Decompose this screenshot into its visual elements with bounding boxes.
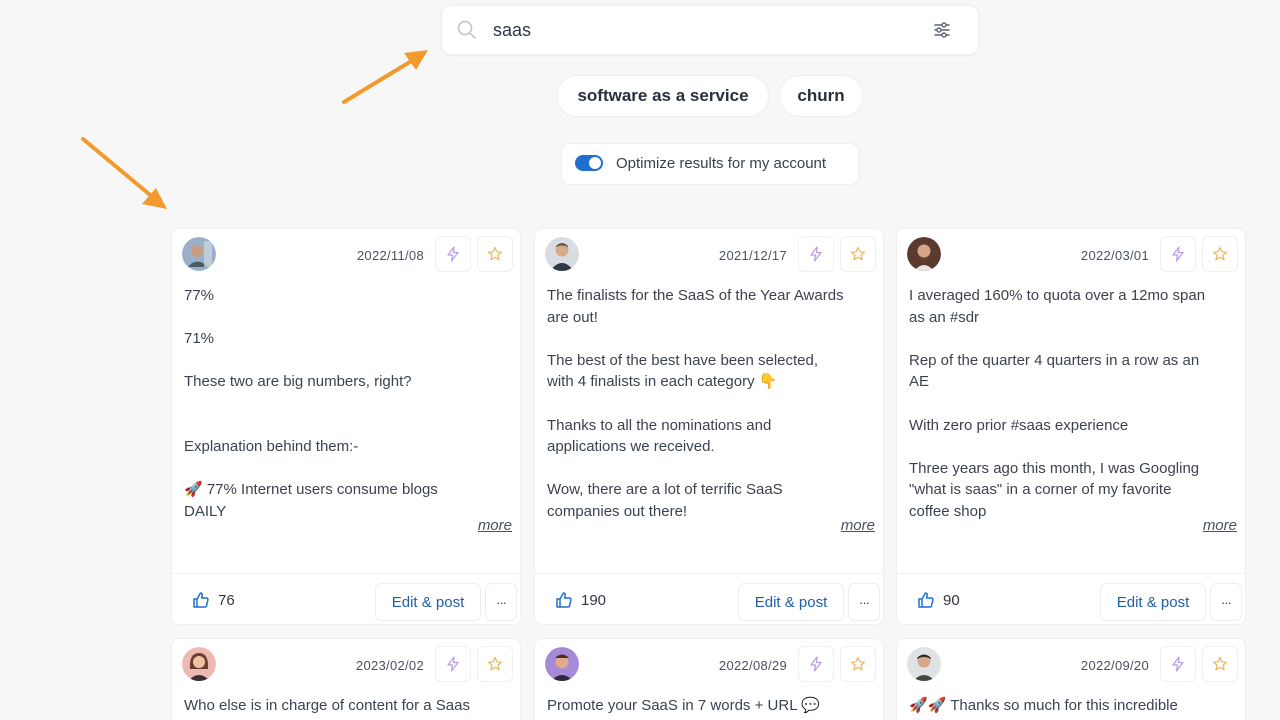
optimize-label: Optimize results for my account: [616, 155, 827, 172]
post-body: 77% 71% These two are big numbers, right…: [184, 285, 484, 537]
avatar: [545, 647, 579, 681]
thumbs-up-icon: [193, 592, 209, 608]
star-icon: [1212, 246, 1228, 261]
post-text: Who else is in charge of content for a S…: [184, 697, 470, 714]
favorite-button[interactable]: [477, 646, 513, 682]
avatar: [182, 237, 216, 271]
bolt-icon: [810, 246, 822, 262]
search-icon: [457, 20, 476, 39]
avatar: [182, 647, 216, 681]
filter-settings-icon[interactable]: [932, 20, 952, 40]
likes: 90: [917, 591, 960, 609]
post-body: Who else is in charge of content for a S…: [184, 695, 484, 720]
star-icon: [487, 246, 503, 261]
post-card: 2021/12/17 The finalists for the SaaS of…: [534, 228, 884, 625]
post-body: The finalists for the SaaS of the Year A…: [547, 285, 847, 537]
like-count: 76: [218, 591, 235, 609]
like-count: 190: [581, 591, 607, 609]
post-body: I averaged 160% to quota over a 12mo spa…: [909, 285, 1209, 537]
search-input[interactable]: saas: [493, 20, 531, 41]
post-text: 77% 71% These two are big numbers, right…: [184, 287, 438, 520]
favorite-button[interactable]: [477, 236, 513, 272]
post-card: 2023/02/02 Who else is in charge of cont…: [171, 638, 521, 720]
chip-software-as-a-service[interactable]: software as a service: [557, 75, 769, 117]
star-icon: [1212, 656, 1228, 671]
arrow-to-search: [342, 50, 428, 104]
avatar: [907, 647, 941, 681]
post-card: 2022/09/20 🚀🚀 Thanks so much for this in…: [896, 638, 1246, 720]
post-card: 2022/08/29 Promote your SaaS in 7 words …: [534, 638, 884, 720]
more-link[interactable]: more: [473, 517, 512, 534]
divider: [535, 573, 883, 574]
ai-rewrite-button[interactable]: [435, 646, 471, 682]
divider: [172, 573, 520, 574]
more-link[interactable]: more: [836, 517, 875, 534]
like-count: 90: [943, 591, 960, 609]
post-body: Promote your SaaS in 7 words + URL 💬: [547, 695, 847, 720]
bolt-icon: [1172, 656, 1184, 672]
thumbs-up-icon: [556, 592, 572, 608]
post-date: 2022/08/29: [718, 658, 787, 673]
thumbs-up-icon: [918, 592, 934, 608]
optimize-toggle[interactable]: [575, 155, 603, 171]
star-icon: [850, 656, 866, 671]
likes: 76: [192, 591, 235, 609]
post-text: Promote your SaaS in 7 words + URL 💬: [547, 697, 820, 714]
ai-rewrite-button[interactable]: [435, 236, 471, 272]
ai-rewrite-button[interactable]: [798, 236, 834, 272]
star-icon: [487, 656, 503, 671]
favorite-button[interactable]: [1202, 646, 1238, 682]
ai-rewrite-button[interactable]: [1160, 236, 1196, 272]
arrow-to-results: [81, 137, 167, 209]
post-date: 2022/09/20: [1080, 658, 1149, 673]
avatar: [545, 237, 579, 271]
bolt-icon: [447, 246, 459, 262]
edit-and-post-button[interactable]: Edit & post: [738, 583, 844, 621]
chip-label: churn: [797, 86, 845, 105]
post-text: 🚀🚀 Thanks so much for this incredible: [909, 697, 1178, 714]
post-date: 2021/12/17: [718, 248, 787, 263]
bolt-icon: [1172, 246, 1184, 262]
edit-and-post-button[interactable]: Edit & post: [1100, 583, 1206, 621]
more-options-button[interactable]: ···: [485, 583, 517, 621]
avatar: [907, 237, 941, 271]
favorite-button[interactable]: [1202, 236, 1238, 272]
divider: [897, 573, 1245, 574]
search-bar[interactable]: saas: [441, 5, 979, 55]
chip-churn[interactable]: churn: [779, 75, 863, 117]
favorite-button[interactable]: [840, 236, 876, 272]
favorite-button[interactable]: [840, 646, 876, 682]
post-date: 2022/03/01: [1080, 248, 1149, 263]
post-card: 2022/11/08 77% 71% These two are big num…: [171, 228, 521, 625]
more-link[interactable]: more: [1198, 517, 1237, 534]
post-card: 2022/03/01 I averaged 160% to quota over…: [896, 228, 1246, 625]
post-text: I averaged 160% to quota over a 12mo spa…: [909, 287, 1206, 520]
optimize-results-option: Optimize results for my account: [561, 143, 859, 185]
post-date: 2023/02/02: [355, 658, 424, 673]
more-options-button[interactable]: ···: [1210, 583, 1242, 621]
chip-label: software as a service: [577, 86, 749, 105]
post-body: 🚀🚀 Thanks so much for this incredible: [909, 695, 1209, 720]
bolt-icon: [447, 656, 459, 672]
post-date: 2022/11/08: [356, 248, 424, 263]
edit-and-post-button[interactable]: Edit & post: [375, 583, 481, 621]
star-icon: [850, 246, 866, 261]
bolt-icon: [810, 656, 822, 672]
ai-rewrite-button[interactable]: [1160, 646, 1196, 682]
likes: 190: [555, 591, 606, 609]
ai-rewrite-button[interactable]: [798, 646, 834, 682]
post-text: The finalists for the SaaS of the Year A…: [547, 287, 844, 520]
more-options-button[interactable]: ···: [848, 583, 880, 621]
